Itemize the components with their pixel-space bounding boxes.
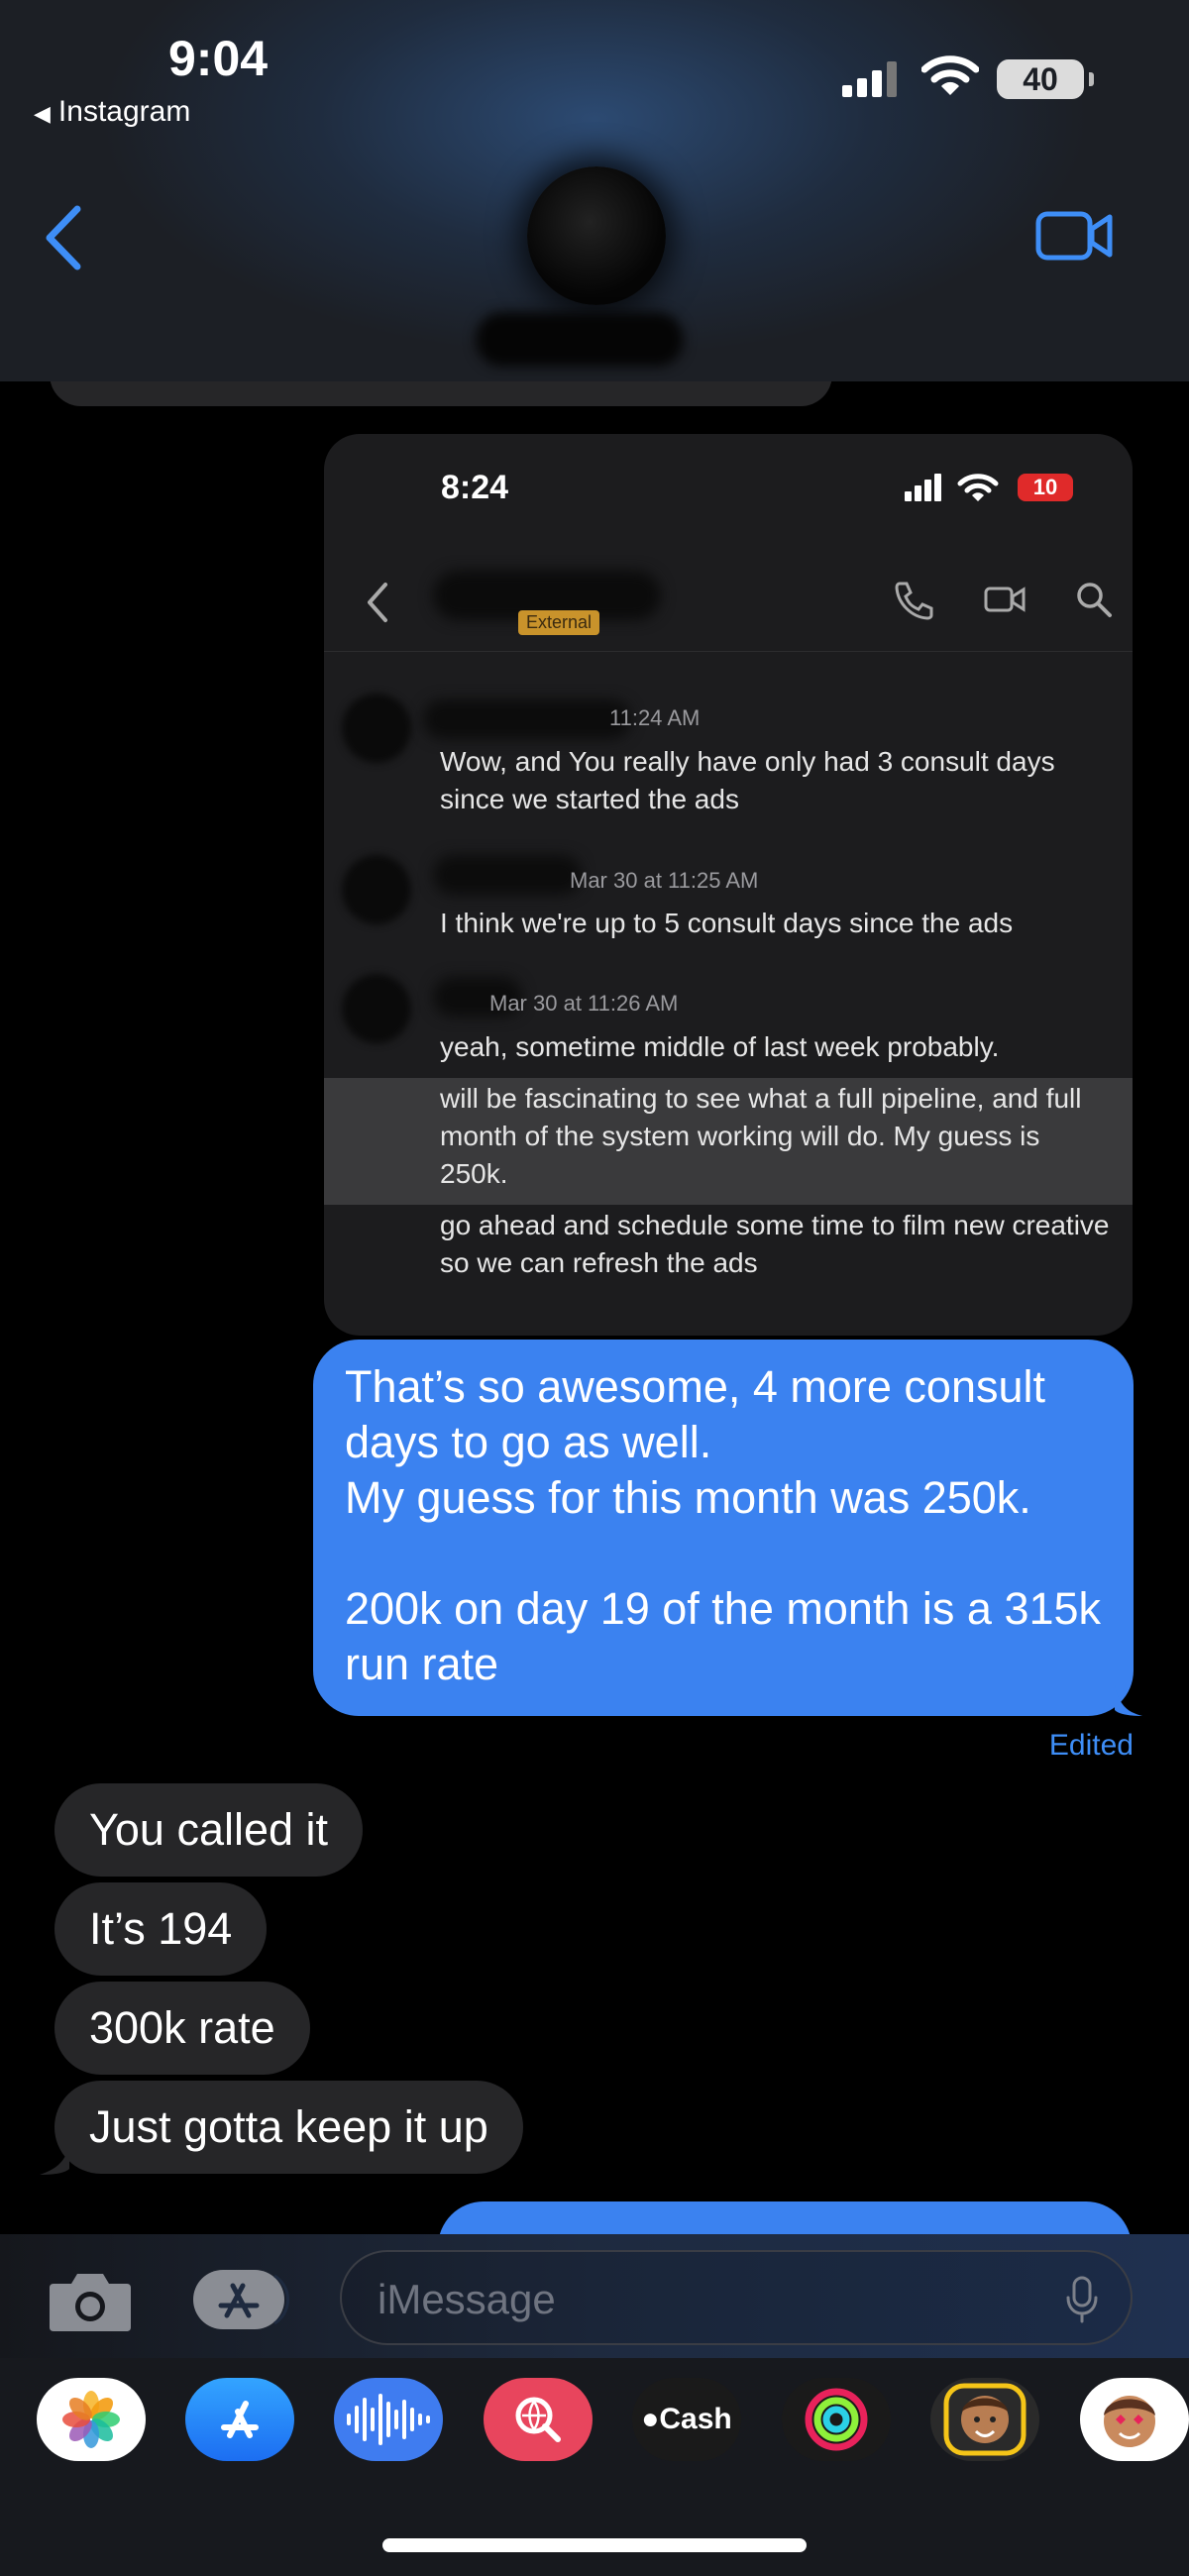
screenshot-battery: 10 xyxy=(1018,474,1073,501)
imessage-input[interactable]: iMessage xyxy=(340,2250,1133,2345)
app-store-icon[interactable] xyxy=(185,2378,294,2461)
screenshot-message: I think we're up to 5 consult days since… xyxy=(440,908,1014,938)
received-message-bubble[interactable]: You called it xyxy=(54,1783,364,1877)
imessage-app-drawer: ● Cash xyxy=(0,2358,1189,2576)
received-message-bubble[interactable]: It’s 194 xyxy=(54,1882,268,1976)
sender-name-redacted xyxy=(433,855,582,895)
fitness-icon[interactable] xyxy=(782,2378,891,2461)
contact-name-redacted[interactable] xyxy=(476,312,684,367)
received-message-bubble[interactable]: 300k rate xyxy=(54,1982,310,2075)
screenshot-status-time: 8:24 xyxy=(441,469,509,506)
apple-cash-icon[interactable]: ● Cash xyxy=(632,2378,741,2461)
screenshot-message: go ahead and schedule some time to film … xyxy=(440,1210,1110,1278)
video-icon xyxy=(984,587,1026,612)
sender-name-redacted xyxy=(423,699,631,739)
sent-bubble-tail xyxy=(1115,1684,1142,1716)
message-timestamp: Mar 30 at 11:26 AM xyxy=(489,991,679,1016)
search-icon xyxy=(1077,583,1112,617)
photos-app-icon[interactable] xyxy=(37,2378,146,2461)
memoji-icon[interactable] xyxy=(930,2378,1039,2461)
back-app-label: Instagram xyxy=(57,95,191,128)
apple-logo-icon: ● xyxy=(641,2403,660,2435)
sender-avatar-redacted xyxy=(342,694,411,763)
chevron-left-icon[interactable] xyxy=(40,203,87,272)
screenshot-message: yeah, sometime middle of last week proba… xyxy=(440,1031,1000,1062)
screenshot-message: will be fascinating to see what a full p… xyxy=(440,1083,1082,1189)
sender-avatar-redacted xyxy=(342,974,411,1043)
sent-message-bubble[interactable]: That’s so awesome, 4 more consult days t… xyxy=(313,1340,1134,1716)
screenshot-chevron-left-icon xyxy=(368,583,387,622)
edited-label[interactable]: Edited xyxy=(1049,1729,1134,1763)
back-to-app-link[interactable]: ◀ Instagram xyxy=(34,95,190,129)
cash-label: Cash xyxy=(659,2403,732,2435)
camera-icon[interactable] xyxy=(48,2270,133,2333)
sender-avatar-redacted xyxy=(342,855,411,924)
video-camera-icon[interactable] xyxy=(1035,210,1113,262)
image-search-icon[interactable] xyxy=(484,2378,593,2461)
conversation-header: 9:04 ◀ Instagram 40 xyxy=(0,0,1189,381)
home-indicator[interactable] xyxy=(382,2538,807,2552)
attached-screenshot[interactable]: 8:24 10 External 11:24 AM Wow, and You r… xyxy=(324,434,1133,1336)
audio-message-icon[interactable] xyxy=(334,2378,443,2461)
message-timestamp: Mar 30 at 11:25 AM xyxy=(570,868,759,893)
message-timestamp: 11:24 AM xyxy=(609,705,701,730)
received-bubble-tail xyxy=(40,2145,69,2175)
app-store-apps-icon[interactable] xyxy=(191,2268,290,2331)
status-time: 9:04 xyxy=(168,31,269,86)
cellular-signal-icon xyxy=(842,61,897,97)
contact-avatar[interactable] xyxy=(527,166,666,305)
battery-indicator: 40 xyxy=(997,59,1094,99)
message-composer: iMessage xyxy=(0,2234,1189,2358)
phone-icon xyxy=(895,582,933,620)
wifi-icon xyxy=(921,55,979,95)
received-message-bubble[interactable]: Just gotta keep it up xyxy=(54,2081,523,2174)
imessage-placeholder: iMessage xyxy=(378,2276,556,2322)
screenshot-message: Wow, and You really have only had 3 cons… xyxy=(440,746,1055,814)
screenshot-nav-bar: External xyxy=(324,533,1133,652)
microphone-icon[interactable] xyxy=(1065,2276,1099,2323)
memoji-stickers-icon[interactable] xyxy=(1080,2378,1189,2461)
external-tag: External xyxy=(518,610,600,635)
